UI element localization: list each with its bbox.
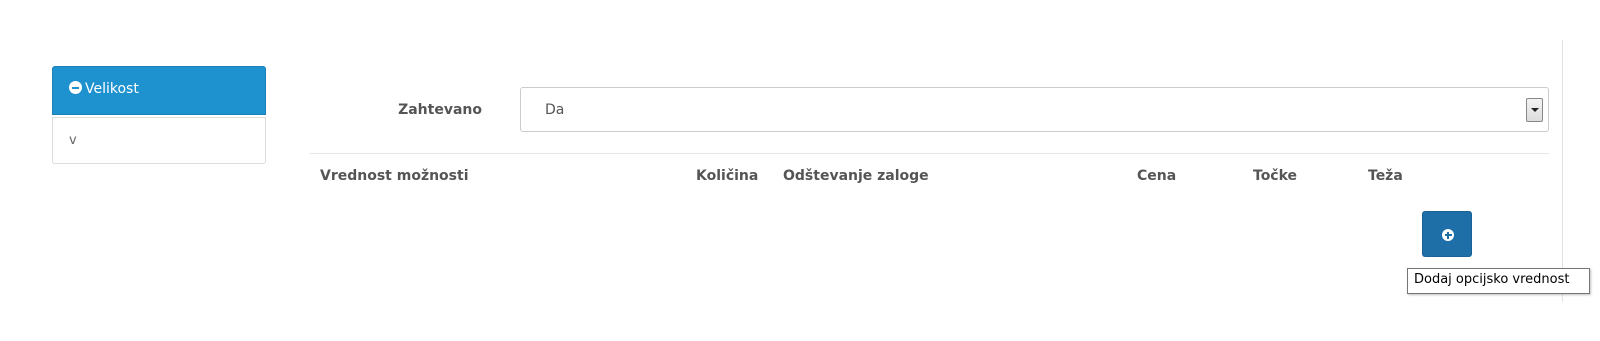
option-tab-velikost[interactable]: Velikost — [52, 66, 266, 115]
add-option-value-tooltip: Dodaj opcijsko vrednost — [1407, 268, 1590, 294]
required-select-value: Da — [545, 102, 565, 118]
table-divider — [310, 153, 1549, 154]
option-item-label: v — [69, 133, 77, 148]
plus-circle-icon — [1442, 229, 1454, 241]
column-header-weight: Teža — [1368, 168, 1403, 184]
option-item-v[interactable]: v — [52, 117, 266, 164]
required-label: Zahtevano — [398, 102, 482, 118]
panel-border — [1562, 40, 1563, 302]
option-editor: Velikost v Zahtevano Da Vrednost možnost… — [0, 0, 1600, 341]
column-header-quantity: Količina — [696, 168, 759, 184]
option-tab-label: Velikost — [85, 81, 139, 97]
column-header-points: Točke — [1253, 168, 1298, 184]
column-header-price: Cena — [1137, 168, 1177, 184]
dropdown-arrow-icon[interactable] — [1526, 98, 1543, 122]
column-header-subtract-stock: Odštevanje zaloge — [783, 168, 929, 184]
minus-circle-icon[interactable] — [69, 81, 82, 94]
add-option-value-button[interactable] — [1422, 211, 1472, 257]
column-header-option-value: Vrednost možnosti — [320, 168, 469, 184]
required-select[interactable]: Da — [520, 87, 1549, 132]
